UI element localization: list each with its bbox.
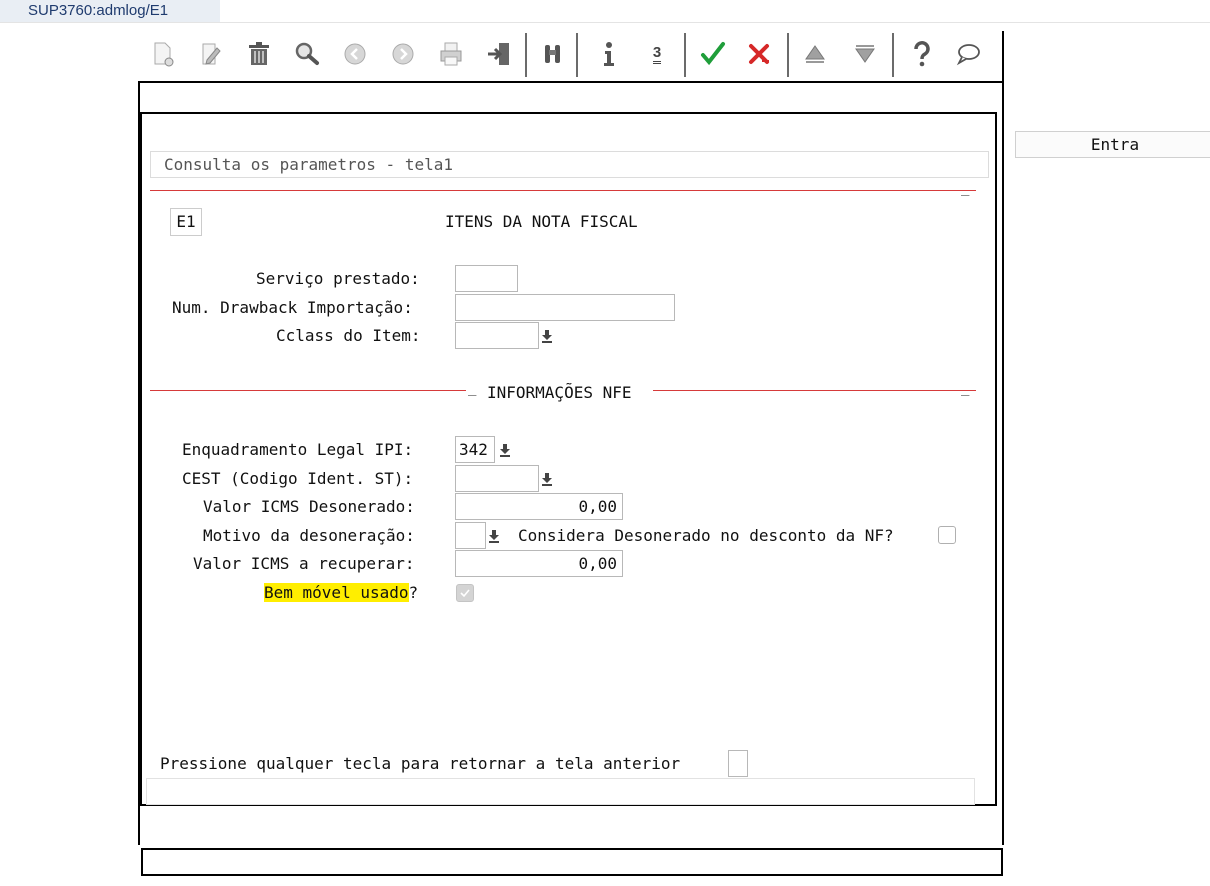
window-title: SUP3760:admlog/E1 [28, 2, 169, 19]
edit-button[interactable] [196, 37, 226, 71]
panel-header-text: Consulta os parametros - tela1 [164, 155, 453, 174]
panel-header: Consulta os parametros - tela1 [150, 151, 989, 178]
considera-desonerado-label: Considera Desonerado no desconto da NF? [518, 526, 894, 545]
check-icon [460, 589, 470, 598]
status-bar [141, 848, 1003, 876]
servico-prestado-label: Serviço prestado: [256, 269, 420, 288]
new-record-button[interactable] [148, 37, 178, 71]
cest-dropdown[interactable] [539, 465, 555, 492]
print-button[interactable] [436, 37, 466, 71]
delete-button[interactable] [244, 37, 274, 71]
last-button[interactable] [850, 37, 880, 71]
exit-icon [488, 43, 509, 65]
search-button[interactable] [292, 37, 322, 71]
enquadramento-ipi-dropdown[interactable] [497, 436, 513, 463]
edit-icon [202, 43, 221, 65]
servico-prestado-input[interactable] [455, 265, 518, 292]
toolbar-separator [684, 33, 686, 77]
download-arrow-icon [542, 472, 552, 486]
bem-movel-usado-checkbox[interactable] [456, 584, 474, 602]
download-arrow-icon [542, 329, 552, 343]
toolbar: 3 [140, 31, 1004, 81]
next-icon [392, 43, 414, 65]
num-drawback-input[interactable] [455, 294, 675, 321]
section-title: INFORMAÇÕES NFE [487, 383, 632, 402]
zoom-3-icon: 3 [652, 44, 662, 64]
help-icon [914, 41, 930, 67]
cancel-button[interactable] [744, 37, 774, 71]
toolbar-separator [525, 33, 527, 77]
zoom-3-button[interactable]: 3 [642, 37, 672, 71]
exit-button[interactable] [484, 37, 514, 71]
new-record-icon [154, 42, 174, 67]
bem-movel-usado-suffix: ? [408, 583, 419, 602]
frame-title: ITENS DA NOTA FISCAL [445, 212, 638, 231]
toolbar-separator [892, 33, 894, 77]
cancel-icon [749, 44, 769, 64]
motivo-desoneracao-input[interactable] [455, 522, 486, 549]
trash-icon [249, 42, 269, 65]
cest-input[interactable] [455, 465, 539, 492]
last-icon [855, 45, 875, 63]
confirm-icon [701, 42, 725, 66]
considera-desonerado-checkbox[interactable] [938, 526, 956, 544]
bem-movel-usado-text: Bem móvel usado [264, 583, 409, 602]
binoculars-icon [545, 45, 560, 63]
entra-button[interactable]: Entra [1015, 131, 1210, 158]
return-key-input[interactable] [728, 750, 748, 777]
cclass-item-dropdown[interactable] [539, 322, 555, 349]
help-button[interactable] [907, 37, 937, 71]
window-title-tab[interactable]: SUP3760:admlog/E1 [0, 0, 220, 22]
confirm-button[interactable] [698, 37, 728, 71]
cest-label: CEST (Codigo Ident. ST): [182, 469, 414, 488]
valor-icms-desonerado-label: Valor ICMS Desonerado: [203, 497, 415, 516]
motivo-desoneracao-dropdown[interactable] [486, 522, 502, 549]
download-arrow-icon [489, 529, 499, 543]
message-line [146, 778, 975, 805]
chat-button[interactable] [953, 37, 983, 71]
find-button[interactable] [538, 37, 568, 71]
collapse-dash[interactable]: _ [961, 180, 969, 196]
next-button[interactable] [388, 37, 418, 71]
search-icon [295, 42, 319, 65]
num-drawback-label: Num. Drawback Importação: [172, 298, 413, 317]
toolbar-separator [576, 33, 578, 77]
return-prompt: Pressione qualquer tecla para retornar a… [160, 754, 681, 773]
tab-divider [0, 22, 1210, 23]
print-icon [440, 42, 462, 66]
enquadramento-ipi-label: Enquadramento Legal IPI: [182, 440, 414, 459]
valor-icms-recuperar-label: Valor ICMS a recuperar: [193, 554, 415, 573]
frame-code-box: E1 [170, 208, 202, 236]
info-button[interactable] [594, 37, 624, 71]
download-arrow-icon [500, 443, 510, 457]
section-dash: _ [468, 380, 477, 396]
previous-button[interactable] [340, 37, 370, 71]
toolbar-separator [787, 33, 789, 77]
chat-icon [956, 44, 980, 66]
previous-icon [344, 43, 366, 65]
frame-right-border [1002, 31, 1004, 845]
first-button[interactable] [800, 37, 830, 71]
info-icon [604, 42, 614, 66]
section-divider-left [150, 390, 466, 391]
motivo-desoneracao-label: Motivo da desoneração: [203, 526, 415, 545]
section-collapse-dash[interactable]: _ [961, 380, 969, 396]
first-icon [805, 45, 825, 63]
header-divider [150, 190, 976, 191]
valor-icms-recuperar-input[interactable]: 0,00 [455, 550, 623, 577]
valor-icms-desonerado-input[interactable]: 0,00 [455, 493, 623, 520]
section-divider-right [653, 390, 976, 391]
cclass-item-input[interactable] [455, 322, 539, 349]
frame-top-border [138, 81, 1004, 83]
bem-movel-usado-label: Bem móvel usado? [264, 583, 418, 602]
frame-code: E1 [176, 212, 196, 231]
cclass-item-label: Cclass do Item: [276, 326, 421, 345]
enquadramento-ipi-input[interactable]: 342 [455, 436, 495, 463]
